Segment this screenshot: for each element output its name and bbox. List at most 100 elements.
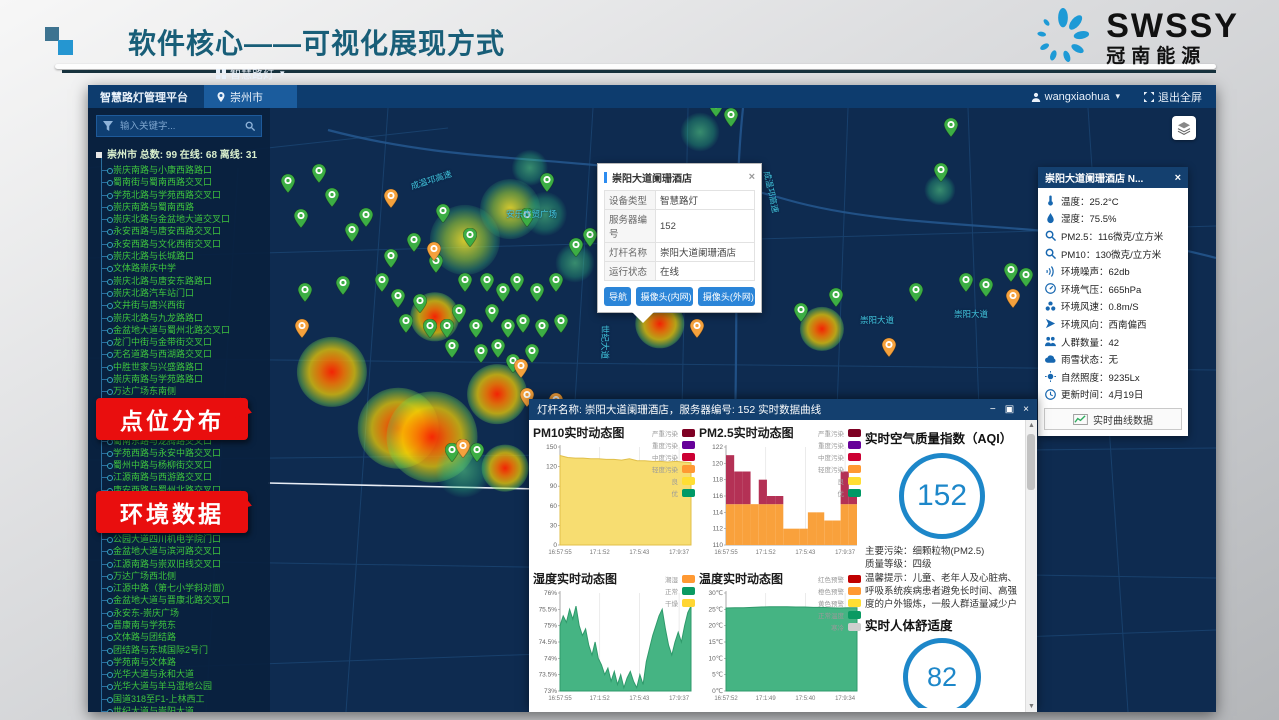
user-menu[interactable]: wangxiaohua ▾	[1019, 85, 1132, 108]
map-marker-green[interactable]	[530, 283, 544, 307]
map-marker-green[interactable]	[407, 233, 421, 257]
map-marker-green[interactable]	[569, 238, 583, 262]
map-marker-green[interactable]	[445, 339, 459, 363]
map-marker-green[interactable]	[909, 283, 923, 307]
sidebar-tree-item[interactable]: 公园大道四川机电学院门口	[96, 533, 266, 545]
tree-root-summary[interactable]: 崇州市 总数: 99 在线: 68 离线: 31	[96, 146, 266, 161]
map-marker-green[interactable]	[375, 273, 389, 297]
map-marker-orange[interactable]	[514, 359, 528, 383]
sidebar-tree-item[interactable]: 光华大道与永和大道	[96, 668, 266, 680]
map-marker-green[interactable]	[540, 173, 554, 197]
map-marker-green[interactable]	[516, 314, 530, 338]
map-marker-orange[interactable]	[295, 319, 309, 343]
popup-button-2[interactable]: 摄像头(内网)	[636, 287, 693, 306]
sidebar-tree-item[interactable]: 江源南路与西游路交叉口	[96, 471, 266, 483]
map-marker-green[interactable]	[391, 289, 405, 313]
map-marker-green[interactable]	[501, 319, 515, 343]
sidebar-tree-item[interactable]: 永安东-崇庆广场	[96, 607, 266, 619]
map-marker-green[interactable]	[359, 208, 373, 232]
popup-button-3[interactable]: 摄像头(外网)	[698, 287, 755, 306]
sidebar-tree-item[interactable]: 世纪大道与崇阳大道	[96, 705, 266, 712]
map-canvas[interactable]: 成温邛高速成温邛高速安乐农贸广场世纪大道崇阳大道崇阳大道江源镇 崇州市 总数: …	[88, 108, 1216, 712]
map-marker-green[interactable]	[325, 188, 339, 212]
nav-item-2[interactable]: 崇州市	[204, 85, 297, 108]
sidebar-tree-item[interactable]: 文井街与唐兴西街	[96, 299, 266, 311]
map-layers-button[interactable]	[1172, 116, 1196, 140]
search-icon[interactable]	[245, 121, 255, 131]
map-marker-green[interactable]	[1004, 263, 1018, 287]
map-marker-green[interactable]	[470, 443, 484, 467]
map-marker-orange[interactable]	[384, 189, 398, 213]
sidebar-tree-item[interactable]: 金盆地大道与滨河路交叉口	[96, 545, 266, 557]
map-marker-green[interactable]	[336, 276, 350, 300]
map-marker-green[interactable]	[535, 319, 549, 343]
sidebar-tree-item[interactable]: 崇庆北路汽车站门口	[96, 287, 266, 299]
realtime-curve-button[interactable]: 实时曲线数据	[1044, 408, 1182, 430]
map-marker-green[interactable]	[345, 223, 359, 247]
popup-button-1[interactable]: 导航	[604, 287, 631, 306]
minimize-icon[interactable]: −	[990, 404, 996, 415]
map-marker-green[interactable]	[399, 314, 413, 338]
close-icon[interactable]: ×	[1175, 172, 1181, 184]
map-marker-green[interactable]	[463, 228, 477, 252]
map-marker-green[interactable]	[298, 283, 312, 307]
sidebar-tree-item[interactable]: 万达广场东南侧	[96, 385, 266, 397]
exit-fullscreen-button[interactable]: 退出全屏	[1132, 85, 1216, 108]
map-marker-green[interactable]	[480, 273, 494, 297]
restore-icon[interactable]: ▣	[1005, 404, 1014, 415]
map-marker-green[interactable]	[485, 304, 499, 328]
map-marker-green[interactable]	[281, 174, 295, 198]
sidebar-tree-item[interactable]: 光华大道与羊马湿地公园	[96, 680, 266, 692]
sidebar-tree-item[interactable]: 永安西路与文化西街交叉口	[96, 238, 266, 250]
sidebar-tree-item[interactable]: 崇庆南路与蜀南西路	[96, 201, 266, 213]
close-icon[interactable]: ×	[1023, 404, 1029, 415]
map-marker-orange[interactable]	[690, 319, 704, 343]
sidebar-tree-item[interactable]: 晋康南与学苑东	[96, 619, 266, 631]
map-marker-green[interactable]	[474, 344, 488, 368]
map-marker-green[interactable]	[829, 288, 843, 312]
map-marker-green[interactable]	[458, 273, 472, 297]
map-marker-green[interactable]	[794, 303, 808, 327]
scroll-down-icon[interactable]: ▼	[1026, 701, 1037, 712]
map-marker-green[interactable]	[709, 108, 723, 122]
sidebar-tree-item[interactable]: 崇庆北路与九龙路路口	[96, 312, 266, 324]
sidebar-tree-item[interactable]: 蜀南街与蜀南西路交叉口	[96, 176, 266, 188]
map-marker-green[interactable]	[979, 278, 993, 302]
sidebar-tree-item[interactable]: 文体路崇庆中学	[96, 262, 266, 274]
map-marker-green[interactable]	[469, 319, 483, 343]
map-marker-green[interactable]	[294, 209, 308, 233]
sidebar-tree-item[interactable]: 金盆地大道与晋康北路交叉口	[96, 594, 266, 606]
map-marker-green[interactable]	[554, 314, 568, 338]
sidebar-tree-item[interactable]: 蜀州中路与杨柳街交叉口	[96, 459, 266, 471]
search-input[interactable]	[118, 120, 240, 133]
sidebar-tree-item[interactable]: 金盆地大道与蜀州北路交叉口	[96, 324, 266, 336]
map-marker-green[interactable]	[510, 273, 524, 297]
sidebar-tree-item[interactable]: 中胜世家与兴盛路路口	[96, 361, 266, 373]
map-marker-orange[interactable]	[456, 439, 470, 463]
sidebar-tree-item[interactable]: 崇庆南路与小康西路路口	[96, 164, 266, 176]
sidebar-tree-item[interactable]: 无名道路与西湖路交叉口	[96, 348, 266, 360]
filter-icon[interactable]	[103, 121, 113, 131]
sidebar-tree-item[interactable]: 崇庆北路与金盆地大道交叉口	[96, 213, 266, 225]
map-marker-green[interactable]	[944, 118, 958, 142]
sidebar-tree-item[interactable]: 江源南路与崇双旧线交叉口	[96, 558, 266, 570]
nav-item-1[interactable]: 智慧路灯▾	[204, 62, 297, 85]
sidebar-tree-item[interactable]: 崇庆北路与长城路口	[96, 250, 266, 262]
map-marker-green[interactable]	[724, 108, 738, 132]
map-marker-green[interactable]	[452, 304, 466, 328]
map-marker-green[interactable]	[583, 228, 597, 252]
map-marker-orange[interactable]	[882, 338, 896, 362]
map-marker-green[interactable]	[959, 273, 973, 297]
map-marker-orange[interactable]	[1006, 289, 1020, 313]
scroll-up-icon[interactable]: ▲	[1026, 420, 1037, 431]
sidebar-tree-item[interactable]: 团结路与东城国际2号门	[96, 644, 266, 656]
close-icon[interactable]: ×	[749, 172, 755, 183]
sidebar-tree-item[interactable]: 学苑北路与学苑西路交叉口	[96, 189, 266, 201]
map-marker-green[interactable]	[436, 204, 450, 228]
map-marker-green[interactable]	[1019, 268, 1033, 292]
sidebar-tree-item[interactable]: 国道318至F1-上林西工	[96, 693, 266, 705]
sidebar-tree-item[interactable]: 学苑南与文体路	[96, 656, 266, 668]
sidebar-tree-item[interactable]: 崇庆南路与学苑路路口	[96, 373, 266, 385]
map-marker-green[interactable]	[312, 164, 326, 188]
map-marker-green[interactable]	[413, 294, 427, 318]
